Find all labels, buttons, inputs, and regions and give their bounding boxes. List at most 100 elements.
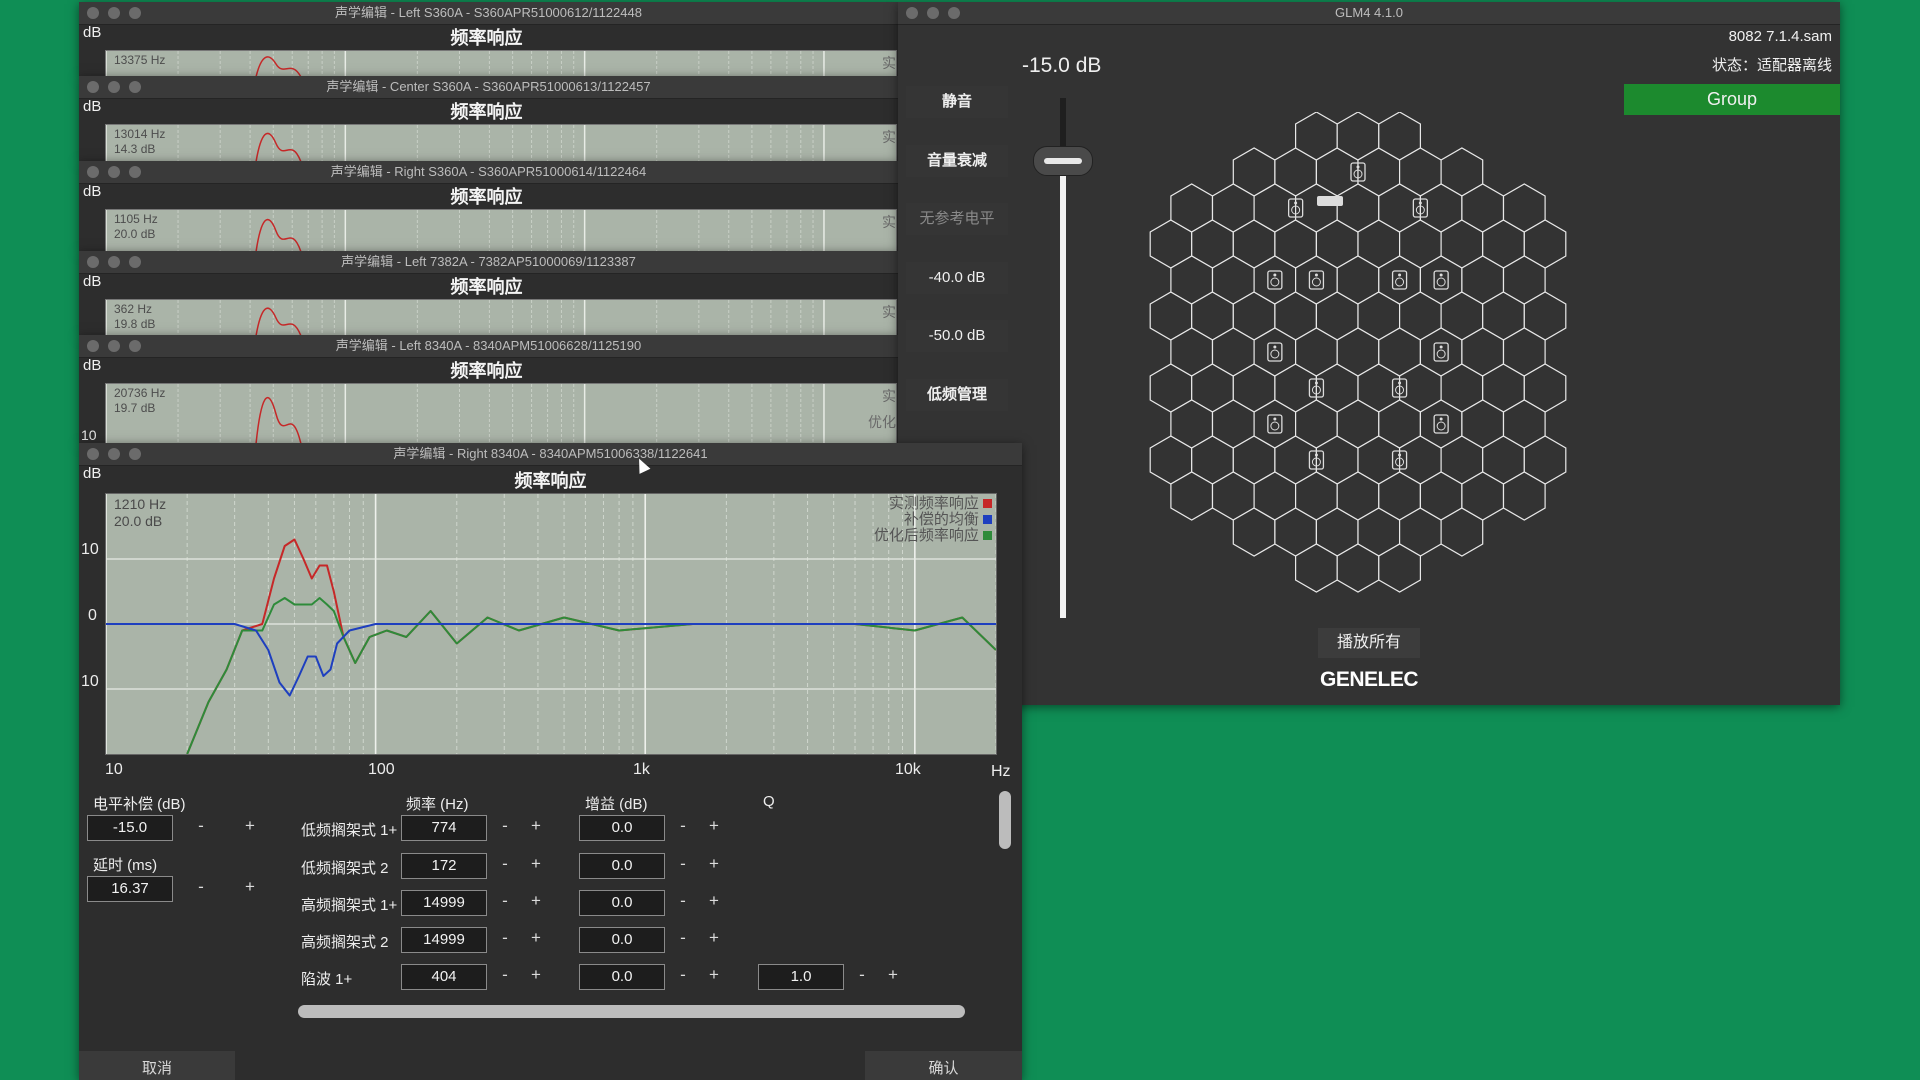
close-icon[interactable] (87, 7, 99, 19)
filter-gain-input[interactable]: 0.0 (579, 927, 665, 953)
filter-freq-minus[interactable]: - (497, 928, 513, 948)
filter-gain-plus[interactable]: + (706, 854, 722, 874)
filter-q-plus[interactable]: + (885, 965, 901, 985)
minimize-icon[interactable] (108, 7, 120, 19)
q-header: Q (763, 793, 775, 810)
zoom-icon[interactable] (129, 166, 141, 178)
filter-gain-minus[interactable]: - (675, 965, 691, 985)
close-icon[interactable] (87, 256, 99, 268)
speaker-layout-grid[interactable] (1138, 112, 1578, 602)
stacked-titlebar: 声学编辑 - Center S360A - S360APR51000613/11… (79, 76, 898, 99)
filter-q-input[interactable]: 1.0 (758, 964, 844, 990)
minimize-icon[interactable] (108, 256, 120, 268)
x-tick-label: 10k (895, 761, 921, 778)
filter-q-minus[interactable]: - (854, 965, 870, 985)
confirm-button[interactable]: 确认 (865, 1051, 1022, 1080)
filter-freq-input[interactable]: 172 (401, 853, 487, 879)
filter-gain-plus[interactable]: + (706, 965, 722, 985)
close-icon[interactable] (87, 166, 99, 178)
filter-gain-plus[interactable]: + (706, 928, 722, 948)
mini-response-plot[interactable]: 362 Hz 19.8 dB 实 (105, 299, 897, 335)
filter-gain-minus[interactable]: - (675, 816, 691, 836)
close-icon[interactable] (87, 448, 99, 460)
vertical-scrollbar[interactable] (999, 791, 1011, 849)
filter-freq-minus[interactable]: - (497, 891, 513, 911)
stacked-title: 声学编辑 - Left S360A - S360APR51000612/1122… (335, 5, 642, 20)
glm-button-5[interactable]: 低频管理 (906, 379, 1008, 411)
filter-freq-input[interactable]: 404 (401, 964, 487, 990)
legend-fragment: 实 (882, 214, 896, 230)
minimize-icon[interactable] (108, 340, 120, 352)
cancel-button[interactable]: 取消 (79, 1051, 235, 1080)
filter-freq-plus[interactable]: + (528, 854, 544, 874)
legend-item: 优化后频率响应 (874, 528, 992, 544)
legend-swatch (983, 531, 992, 540)
zoom-icon[interactable] (129, 340, 141, 352)
delay-input[interactable]: 16.37 (87, 876, 173, 902)
filter-freq-plus[interactable]: + (528, 816, 544, 836)
zoom-icon[interactable] (129, 81, 141, 93)
close-icon[interactable] (87, 81, 99, 93)
zoom-icon[interactable] (129, 448, 141, 460)
stacked-editor-window: 声学编辑 - Right S360A - S360APR51000614/112… (79, 161, 898, 251)
level-comp-minus[interactable]: - (193, 816, 209, 836)
frequency-response-plot[interactable]: 1210 Hz 20.0 dB 实测频率响应 补偿的均衡 优化后频率响应 (105, 493, 997, 755)
legend-fragment: 实 (882, 388, 896, 404)
filter-freq-minus[interactable]: - (497, 965, 513, 985)
filter-freq-plus[interactable]: + (528, 965, 544, 985)
filter-gain-input[interactable]: 0.0 (579, 815, 665, 841)
glm-button-3[interactable]: -40.0 dB (906, 262, 1008, 294)
cursor-readout: 13375 Hz (114, 53, 166, 67)
filter-freq-input[interactable]: 774 (401, 815, 487, 841)
filter-gain-plus[interactable]: + (706, 816, 722, 836)
level-comp-input[interactable]: -15.0 (87, 815, 173, 841)
close-icon[interactable] (906, 7, 918, 19)
play-all-button[interactable]: 播放所有 (1318, 628, 1420, 658)
chart-title: 频率响应 (450, 361, 523, 381)
level-comp-plus[interactable]: + (242, 816, 258, 836)
stacked-editor-window: 声学编辑 - Left 7382A - 7382AP51000069/11233… (79, 251, 898, 335)
delay-minus[interactable]: - (193, 877, 209, 897)
glm-button-4[interactable]: -50.0 dB (906, 320, 1008, 352)
filter-gain-input[interactable]: 0.0 (579, 890, 665, 916)
mini-response-plot[interactable]: 20736 Hz 19.7 dB 实 优化 (105, 383, 897, 443)
glm-button-0[interactable]: 静音 (906, 86, 1008, 118)
glm-status: 状态：适配器离线 (1711, 57, 1832, 74)
minimize-icon[interactable] (108, 166, 120, 178)
stacked-title: 声学编辑 - Right S360A - S360APR51000614/112… (330, 164, 647, 179)
minimize-icon[interactable] (108, 81, 120, 93)
mini-response-plot[interactable]: 1105 Hz 20.0 dB 实 (105, 209, 897, 251)
filter-freq-minus[interactable]: - (497, 854, 513, 874)
mini-plot-graphic (106, 51, 825, 76)
filter-freq-plus[interactable]: + (528, 928, 544, 948)
filter-gain-minus[interactable]: - (675, 854, 691, 874)
filter-freq-plus[interactable]: + (528, 891, 544, 911)
filter-gain-input[interactable]: 0.0 (579, 964, 665, 990)
filter-gain-input[interactable]: 0.0 (579, 853, 665, 879)
main-titlebar: 声学编辑 - Right 8340A - 8340APM51006338/112… (79, 443, 1022, 466)
minimize-icon[interactable] (108, 448, 120, 460)
subwoofer-icon[interactable] (1317, 196, 1343, 206)
filter-gain-plus[interactable]: + (706, 891, 722, 911)
close-icon[interactable] (87, 340, 99, 352)
filter-freq-minus[interactable]: - (497, 816, 513, 836)
mini-response-plot[interactable]: 13375 Hz 实 (105, 50, 897, 76)
glm-button-1[interactable]: 音量衰减 (906, 145, 1008, 177)
cursor-readout: 1210 Hz 20.0 dB (114, 496, 166, 530)
zoom-icon[interactable] (129, 7, 141, 19)
glm-button-2[interactable]: 无参考电平 (906, 203, 1008, 235)
filter-freq-input[interactable]: 14999 (401, 927, 487, 953)
mini-response-plot[interactable]: 13014 Hz 14.3 dB 实 (105, 124, 897, 161)
volume-slider-handle[interactable] (1033, 146, 1093, 176)
horizontal-scrollbar[interactable] (298, 1005, 965, 1018)
filter-gain-minus[interactable]: - (675, 891, 691, 911)
minimize-icon[interactable] (927, 7, 939, 19)
genelec-logo: GENELEC (1319, 668, 1419, 691)
filter-freq-input[interactable]: 14999 (401, 890, 487, 916)
delay-plus[interactable]: + (242, 877, 258, 897)
zoom-icon[interactable] (948, 7, 960, 19)
level-comp-label: 电平补偿 (dB) (93, 796, 186, 813)
group-button[interactable]: Group (1624, 84, 1840, 115)
filter-gain-minus[interactable]: - (675, 928, 691, 948)
zoom-icon[interactable] (129, 256, 141, 268)
